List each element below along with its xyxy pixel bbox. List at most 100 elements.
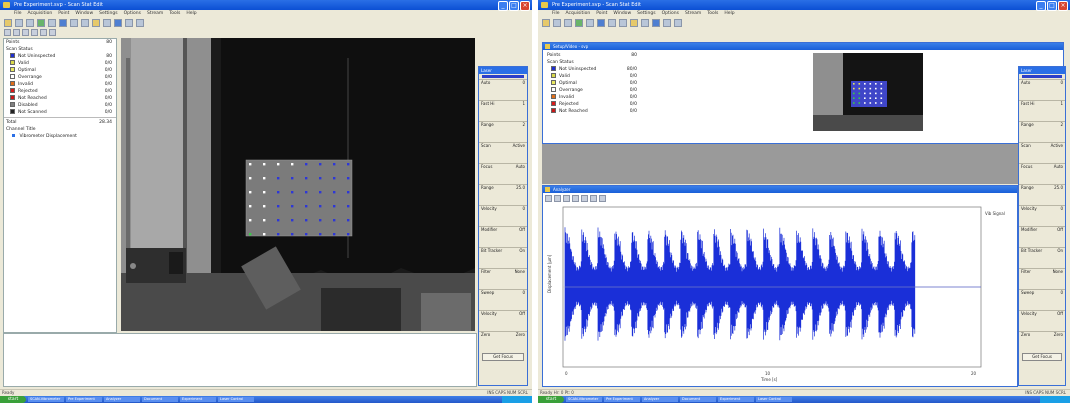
menu-point[interactable]: Point: [58, 10, 69, 18]
scan-point[interactable]: [263, 163, 266, 166]
zoom-out-icon[interactable]: [572, 194, 579, 202]
scan-point[interactable]: [263, 219, 266, 222]
point-status-row[interactable]: Not Reached 0/0: [4, 95, 116, 102]
strip-section[interactable]: Sweep 0: [1019, 289, 1065, 310]
taskbar-item[interactable]: Pre Experiment: [604, 397, 640, 402]
print-icon[interactable]: [26, 19, 34, 27]
strip-section[interactable]: Focus Auto: [479, 163, 527, 184]
scan-point[interactable]: [263, 191, 266, 194]
scan-point[interactable]: [277, 219, 280, 222]
strip-section[interactable]: Auto 0: [479, 79, 527, 100]
strip-section[interactable]: Scan Active: [1019, 142, 1065, 163]
menu-point[interactable]: Point: [596, 10, 607, 18]
strip-section[interactable]: Zero Zero: [1019, 331, 1065, 352]
menu-help[interactable]: Help: [186, 10, 196, 18]
taskbar-item[interactable]: Experiment: [180, 397, 216, 402]
strip-section[interactable]: Auto 0: [1019, 79, 1065, 100]
scan-point[interactable]: [305, 205, 308, 208]
move-icon[interactable]: [13, 28, 20, 36]
scan-point[interactable]: [347, 191, 350, 194]
scan-point[interactable]: [305, 233, 308, 236]
menu-acquisition[interactable]: Acquisition: [28, 10, 53, 18]
scan-point[interactable]: [249, 205, 252, 208]
scan-point[interactable]: [319, 163, 322, 166]
menu-options[interactable]: Options: [124, 10, 141, 18]
scan-icon[interactable]: [597, 19, 605, 27]
strip-section[interactable]: Modifier Off: [1019, 226, 1065, 247]
scan-point[interactable]: [291, 191, 294, 194]
start-button[interactable]: start: [0, 396, 26, 403]
taskbar-item[interactable]: Pre Experiment: [66, 397, 102, 402]
taskbar-item[interactable]: Laser Control: [218, 397, 254, 402]
scan-point[interactable]: [291, 219, 294, 222]
menu-stream[interactable]: Stream: [685, 10, 701, 18]
point-status-row[interactable]: Disabled 0/0: [4, 102, 116, 109]
open-icon[interactable]: [542, 19, 550, 27]
time-signal-plot[interactable]: Displacement [µm] 0 10 20 Time [s] Vib S…: [545, 203, 1015, 384]
menu-settings[interactable]: Settings: [99, 10, 117, 18]
scan-point[interactable]: [333, 233, 336, 236]
point-status-row[interactable]: Invalid 0/0: [4, 81, 116, 88]
ellipse-icon[interactable]: [31, 28, 38, 36]
scan-point[interactable]: [347, 219, 350, 222]
play-icon[interactable]: [575, 19, 583, 27]
signal-select-icon[interactable]: [545, 194, 552, 202]
taskbar-item[interactable]: Analyzer: [642, 397, 678, 402]
scan-point[interactable]: [333, 177, 336, 180]
start-button[interactable]: start: [538, 396, 564, 403]
scan-point[interactable]: [263, 205, 266, 208]
strip-section[interactable]: Fast Hi 1: [1019, 100, 1065, 121]
scan-point[interactable]: [291, 177, 294, 180]
scan-point[interactable]: [277, 191, 280, 194]
scan-point[interactable]: [249, 177, 252, 180]
pause-icon[interactable]: [48, 19, 56, 27]
point-status-row[interactable]: Valid 0/0: [545, 73, 641, 80]
strip-section[interactable]: Filter None: [1019, 268, 1065, 289]
taskbar-item[interactable]: Document: [142, 397, 178, 402]
strip-section[interactable]: Range 25.0: [479, 184, 527, 205]
point-status-row[interactable]: Rejected 0/0: [4, 88, 116, 95]
scan-point[interactable]: [333, 205, 336, 208]
menu-acquisition[interactable]: Acquisition: [566, 10, 591, 18]
scan-point[interactable]: [277, 205, 280, 208]
scan-point[interactable]: [319, 233, 322, 236]
grid-toggle-icon[interactable]: [599, 194, 606, 202]
scan-point[interactable]: [305, 191, 308, 194]
menu-window[interactable]: Window: [75, 10, 93, 18]
laser-icon[interactable]: [641, 19, 649, 27]
scan-point[interactable]: [347, 177, 350, 180]
menu-settings[interactable]: Settings: [637, 10, 655, 18]
scan-point[interactable]: [249, 219, 252, 222]
scan-point[interactable]: [263, 233, 266, 236]
zoom-out-icon[interactable]: [49, 28, 56, 36]
strip-section[interactable]: Velocity Off: [479, 310, 527, 331]
scan-point[interactable]: [319, 191, 322, 194]
channel-item[interactable]: Vibrometer Displacement: [4, 133, 116, 140]
scan-point[interactable]: [291, 205, 294, 208]
open-icon[interactable]: [4, 19, 12, 27]
save-icon[interactable]: [553, 19, 561, 27]
scan-point[interactable]: [305, 177, 308, 180]
select-icon[interactable]: [4, 28, 11, 36]
grid-icon[interactable]: [608, 19, 616, 27]
scan-point[interactable]: [277, 233, 280, 236]
tree-header[interactable]: Points 80: [4, 39, 116, 46]
scan-point[interactable]: [277, 177, 280, 180]
laser-icon[interactable]: [103, 19, 111, 27]
menu-help[interactable]: Help: [724, 10, 734, 18]
strip-section[interactable]: Bit Tracker On: [479, 247, 527, 268]
video-thumbnail[interactable]: [813, 53, 923, 131]
scan-point[interactable]: [319, 177, 322, 180]
focus-icon[interactable]: [92, 19, 100, 27]
point-status-row[interactable]: Overrange 0/0: [545, 87, 641, 94]
menu-window[interactable]: Window: [613, 10, 631, 18]
zoom-icon[interactable]: [663, 19, 671, 27]
zoom-in-icon[interactable]: [563, 194, 570, 202]
scan-point[interactable]: [319, 205, 322, 208]
strip-section[interactable]: Range 2: [479, 121, 527, 142]
rect-icon[interactable]: [22, 28, 29, 36]
scan-point[interactable]: [347, 163, 350, 166]
strip-section[interactable]: Modifier Off: [479, 226, 527, 247]
point-icon[interactable]: [81, 19, 89, 27]
camera-video-view[interactable]: [121, 38, 475, 331]
